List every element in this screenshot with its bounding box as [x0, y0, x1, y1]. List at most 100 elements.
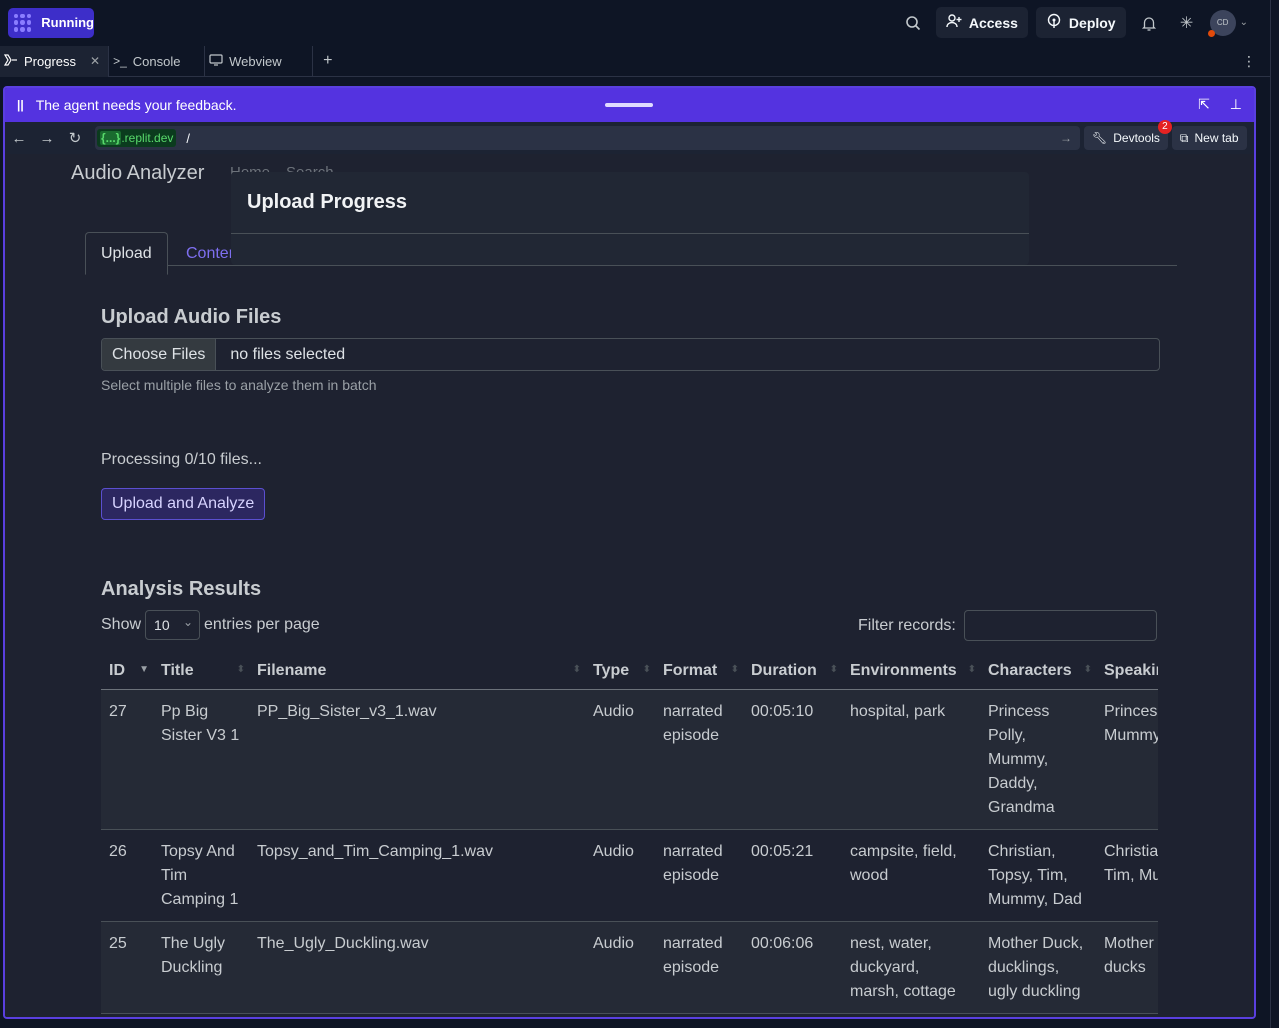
forward-arrow-icon[interactable]: →	[33, 130, 61, 147]
close-icon[interactable]: ✕	[90, 54, 100, 68]
cell-characters: Mother Duck, ducklings, ugly duckling	[980, 921, 1096, 1014]
feedback-message: The agent needs your feedback.	[35, 97, 237, 113]
entries-label: entries per page	[204, 616, 320, 633]
go-arrow-icon[interactable]: →	[1060, 131, 1072, 145]
cell-environments: nest, water, duckyard, marsh, cottage	[842, 921, 980, 1014]
deploy-icon	[1046, 13, 1062, 32]
tab-webview[interactable]: Webview	[205, 45, 314, 77]
tab-label: Console	[132, 53, 181, 69]
reload-icon[interactable]: ↻	[61, 129, 89, 147]
more-options-icon[interactable]: ⋮	[1242, 53, 1256, 70]
cell-speakers: Princess Polly, Mummy, Daddy	[1096, 689, 1158, 830]
tab-console[interactable]: >_ Console	[109, 45, 206, 77]
cell-speakers: Christian, Topsy, Tim, Mummy, Dad	[1096, 829, 1158, 922]
add-tab-icon[interactable]: +	[323, 52, 332, 70]
upload-heading: Upload Audio Files	[101, 306, 282, 328]
processing-status: Processing 0/10 files...	[101, 451, 262, 468]
cell-id: 27	[101, 689, 153, 830]
tab-label: Progress	[24, 53, 77, 69]
devtools-button[interactable]: 🔧︎ Devtools 2	[1084, 120, 1172, 150]
cell-type: Audio	[585, 921, 655, 1014]
browser-bar: ← → ↻ {...}.replit.dev / → 🔧︎ Devtools 2…	[5, 120, 1254, 154]
col-format[interactable]: Format ⬍	[655, 654, 743, 690]
add-user-icon	[946, 13, 962, 32]
sort-icon: ▼	[139, 664, 149, 675]
results-table: ID ▼ Title ⬍ Filename ⬍ Type ⬍ Format ⬍ Durat…	[101, 654, 1158, 1014]
col-type[interactable]: Type ⬍	[585, 654, 655, 690]
col-title[interactable]: Title ⬍	[153, 654, 249, 690]
deploy-button[interactable]: Deploy	[1035, 7, 1126, 38]
run-status-label: Running	[41, 15, 94, 30]
table-row: 26 Topsy And Tim Camping 1 Topsy_and_Tim…	[101, 829, 1158, 922]
col-environments[interactable]: Environments ⬍	[842, 654, 980, 690]
sort-icon: ⬍	[642, 664, 651, 675]
feedback-banner: || The agent needs your feedback. ⇱ ⊥	[5, 88, 1254, 122]
devtools-badge: 2	[1157, 120, 1172, 134]
app-brand[interactable]: Audio Analyzer	[71, 162, 204, 185]
devtools-label: Devtools	[1113, 131, 1160, 145]
modal-title: Upload Progress	[231, 172, 1029, 234]
new-tab-label: New tab	[1194, 131, 1239, 145]
progress-icon	[3, 53, 18, 69]
cell-environments: hospital, park	[842, 689, 980, 830]
workspace-tabs: Progress ✕ >_ Console Webview + ⋮	[0, 45, 1270, 77]
results-heading: Analysis Results	[101, 578, 262, 600]
expand-icon[interactable]: ⇱	[1198, 96, 1210, 113]
run-status-button[interactable]: Running	[8, 7, 94, 38]
avatar: CD	[1207, 9, 1236, 37]
top-bar: Running Access Deploy ✳ CD ⌄	[0, 0, 1270, 45]
pause-icon[interactable]: ||	[17, 98, 24, 112]
cell-id: 25	[101, 921, 153, 1014]
url-path: /	[186, 130, 190, 146]
file-input[interactable]: Choose Files no files selected	[101, 338, 1160, 371]
cell-format: narrated episode	[655, 921, 743, 1014]
sort-icon: ⬍	[730, 664, 739, 675]
cell-id: 26	[101, 829, 153, 922]
cell-title: Topsy And Tim Camping 1	[153, 829, 249, 922]
sparkle-icon[interactable]: ✳	[1172, 8, 1202, 38]
table-row: 25 The Ugly Duckling The_Ugly_Duckling.w…	[101, 921, 1158, 1014]
wrench-icon: 🔧︎	[1092, 131, 1108, 145]
back-arrow-icon[interactable]: ←	[5, 130, 33, 147]
page-size-control: Show 10 entries per page	[101, 610, 320, 640]
search-icon[interactable]	[898, 8, 928, 38]
cell-duration: 00:05:10	[743, 689, 842, 830]
cell-environments: campsite, field, wood	[842, 829, 980, 922]
choose-files-button[interactable]: Choose Files	[102, 339, 217, 370]
cell-filename: Topsy_and_Tim_Camping_1.wav	[249, 829, 585, 922]
show-label: Show	[101, 616, 142, 633]
cell-characters: Princess Polly, Mummy, Daddy, Grandma	[980, 689, 1096, 830]
cell-duration: 00:05:21	[743, 829, 842, 922]
file-status: no files selected	[230, 345, 346, 363]
cell-title: The Ugly Duckling	[153, 921, 249, 1014]
pin-icon[interactable]: ⊥	[1230, 96, 1242, 113]
page-size-select[interactable]: 10	[145, 610, 201, 640]
new-tab-button[interactable]: ⧉ New tab	[1171, 126, 1247, 150]
account-menu[interactable]: CD ⌄	[1207, 9, 1248, 37]
sort-icon: ⬍	[967, 664, 976, 675]
col-characters[interactable]: Characters ⬍	[980, 654, 1096, 690]
col-speakers[interactable]: Speakin	[1096, 654, 1158, 690]
app-page: Audio Analyzer Home Search Upload Conter…	[5, 154, 1254, 1017]
filter-input[interactable]	[963, 610, 1157, 641]
access-button[interactable]: Access	[935, 7, 1028, 38]
tab-progress[interactable]: Progress ✕	[0, 45, 110, 77]
upload-analyze-button[interactable]: Upload and Analyze	[101, 488, 266, 520]
cell-type: Audio	[585, 829, 655, 922]
sort-icon: ⬍	[572, 664, 581, 675]
webview-frame: || The agent needs your feedback. ⇱ ⊥ ← …	[3, 86, 1256, 1019]
tab-upload[interactable]: Upload	[85, 232, 168, 275]
col-filename[interactable]: Filename ⬍	[249, 654, 585, 690]
url-field[interactable]: {...}.replit.dev / →	[95, 126, 1080, 150]
cell-duration: 00:06:06	[743, 921, 842, 1014]
filter-control: Filter records:	[858, 610, 1157, 641]
col-duration[interactable]: Duration ⬍	[743, 654, 842, 690]
cell-format: narrated episode	[655, 689, 743, 830]
bell-icon[interactable]	[1134, 8, 1164, 38]
table-row: 27 Pp Big Sister V3 1 PP_Big_Sister_v3_1…	[101, 689, 1158, 830]
col-id[interactable]: ID ▼	[101, 654, 153, 690]
cell-title: Pp Big Sister V3 1	[153, 689, 249, 830]
drag-handle[interactable]	[605, 103, 653, 107]
cell-format: narrated episode	[655, 829, 743, 922]
results-table-wrapper[interactable]: ID ▼ Title ⬍ Filename ⬍ Type ⬍ Format ⬍ Durat…	[101, 654, 1158, 1017]
